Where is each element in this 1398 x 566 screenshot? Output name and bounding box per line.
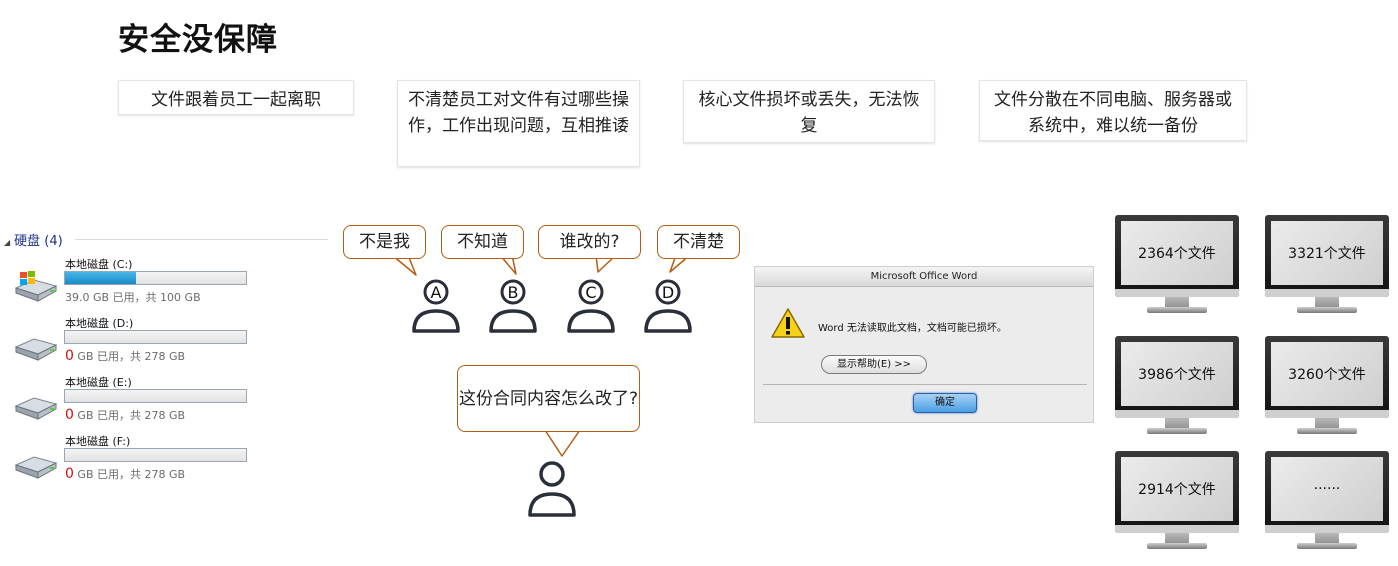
- monitor-base: [1147, 428, 1207, 434]
- dialog-title: Microsoft Office Word: [755, 267, 1093, 287]
- monitor-screen: 3321个文件: [1271, 221, 1383, 285]
- monitor-6: ······: [1265, 451, 1389, 566]
- person-c-label: C: [585, 283, 596, 302]
- monitor-3: 3986个文件: [1115, 336, 1239, 456]
- person-b-label: B: [508, 283, 519, 302]
- ok-button[interactable]: 确定: [913, 393, 977, 413]
- show-help-button[interactable]: 显示帮助(E) >>: [821, 355, 927, 374]
- person-b-icon: B: [489, 279, 537, 333]
- dialog-divider: [763, 384, 1087, 385]
- person-boss-icon: [528, 461, 576, 517]
- monitor-base: [1297, 428, 1357, 434]
- monitor-screen: ······: [1271, 457, 1383, 521]
- speech-bubble-d: 不清楚: [657, 225, 740, 259]
- person-a-label: A: [431, 283, 442, 302]
- monitor-base: [1297, 543, 1357, 549]
- bubble-tail-boss: [544, 429, 581, 457]
- word-error-dialog: Microsoft Office Word Word 无法读取此文档，文档可能已…: [754, 266, 1094, 423]
- speech-bubble-c: 谁改的?: [538, 225, 641, 259]
- monitor-4: 3260个文件: [1265, 336, 1389, 456]
- monitor-screen: 2914个文件: [1121, 457, 1233, 521]
- person-d-label: D: [662, 283, 674, 302]
- monitor-1: 2364个文件: [1115, 215, 1239, 335]
- speech-bubble-boss: 这份合同内容怎么改了?: [457, 365, 640, 432]
- monitor-chin: [1265, 525, 1389, 533]
- monitor-chin: [1115, 289, 1239, 297]
- monitor-2: 3321个文件: [1265, 215, 1389, 335]
- person-a-icon: A: [412, 279, 460, 333]
- warning-icon: [771, 308, 805, 338]
- monitor-chin: [1115, 410, 1239, 418]
- monitor-screen: 2364个文件: [1121, 221, 1233, 285]
- monitor-screen: 3260个文件: [1271, 342, 1383, 406]
- person-c-icon: C: [567, 279, 615, 333]
- monitor-5: 2914个文件: [1115, 451, 1239, 566]
- monitor-base: [1297, 307, 1357, 313]
- speech-bubble-a: 不是我: [343, 225, 426, 259]
- monitor-base: [1147, 307, 1207, 313]
- dialog-message: Word 无法读取此文档，文档可能已损坏。: [818, 323, 1007, 334]
- monitor-chin: [1115, 525, 1239, 533]
- monitor-base: [1147, 543, 1207, 549]
- person-d-icon: D: [644, 279, 692, 333]
- monitor-chin: [1265, 410, 1389, 418]
- speech-bubble-b: 不知道: [441, 225, 524, 259]
- monitor-chin: [1265, 289, 1389, 297]
- monitor-screen: 3986个文件: [1121, 342, 1233, 406]
